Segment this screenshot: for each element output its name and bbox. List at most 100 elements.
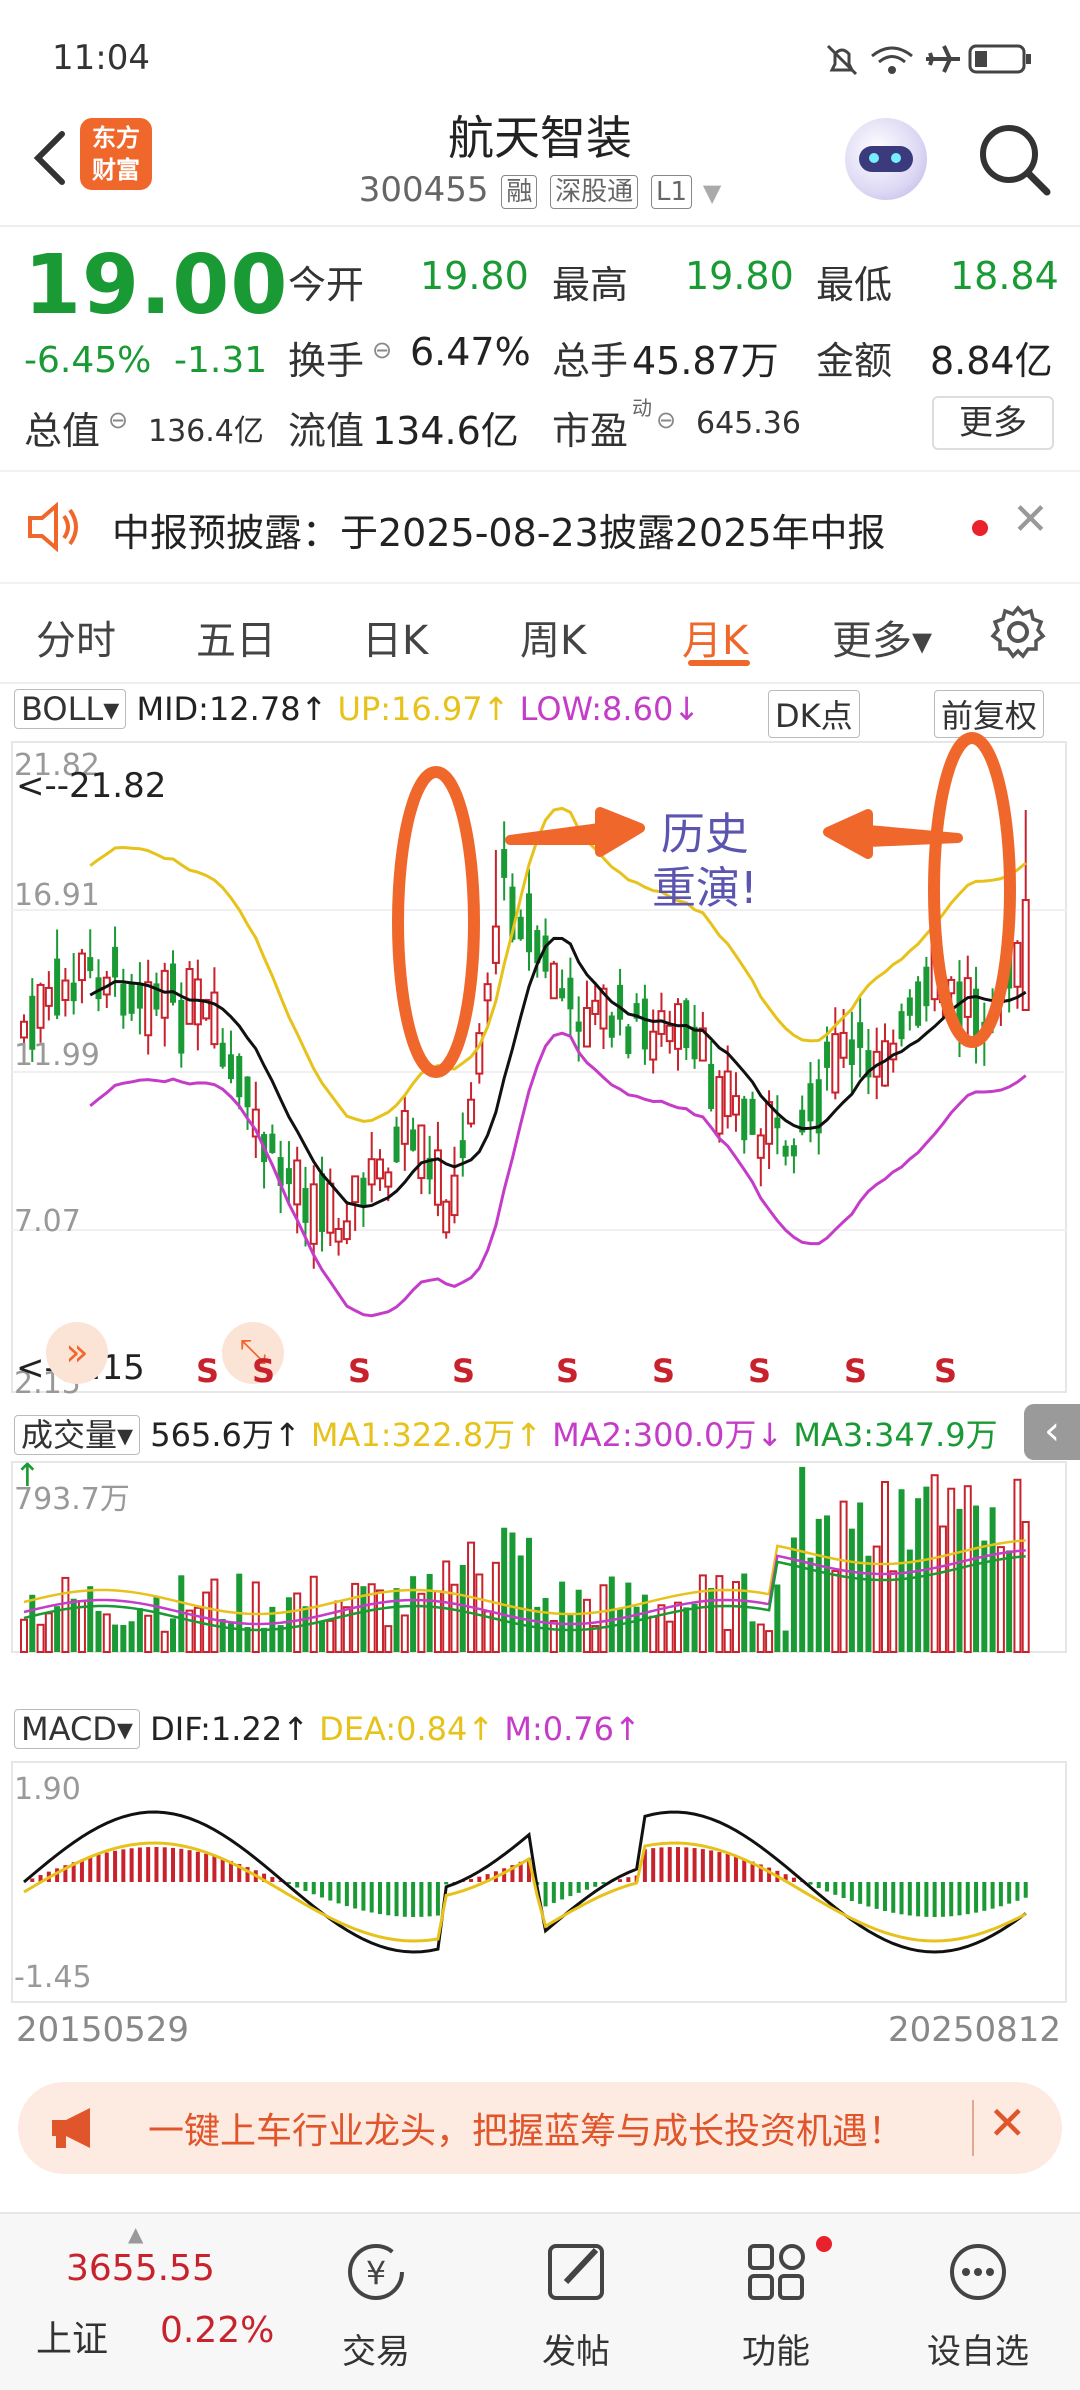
candle-body xyxy=(491,925,500,964)
volume-bar xyxy=(915,1498,922,1652)
index-widget[interactable]: ▲ 3655.55 上证 0.22% xyxy=(0,2214,290,2390)
candle-body xyxy=(185,968,194,1025)
candle-body xyxy=(559,988,566,999)
candle-body xyxy=(410,1129,417,1151)
volume-bar xyxy=(501,1527,508,1652)
candle-body xyxy=(608,1015,615,1038)
tab-more[interactable]: 更多▾ xyxy=(832,608,932,666)
candle-body xyxy=(824,1041,831,1068)
price-axis-4: 7.07 xyxy=(14,1204,81,1239)
volume-bar xyxy=(1006,1550,1013,1652)
nav-post[interactable]: 发帖 xyxy=(496,2234,656,2372)
high-label: 最高 xyxy=(552,263,629,307)
volume-bar xyxy=(285,1597,292,1652)
candle-body xyxy=(236,1055,243,1098)
macd-selector[interactable]: MACD▾ xyxy=(14,1709,140,1749)
volume-bar xyxy=(956,1508,963,1652)
float-value: 134.6亿 xyxy=(372,409,519,453)
pe-dynamic-mark: 动 xyxy=(632,396,652,420)
notice-bar[interactable]: 中报预披露：于2025-08-23披露2025年中报 ✕ xyxy=(0,470,1080,584)
mktcap-label: 总值 xyxy=(24,409,101,453)
stock-code: 300455 xyxy=(358,170,489,210)
candle-body xyxy=(293,1159,302,1206)
open-value: 19.80 xyxy=(420,254,529,298)
sell-signal-label: S xyxy=(452,1352,476,1390)
volume-bar xyxy=(657,1604,666,1654)
index-name: 上证 xyxy=(36,2319,109,2360)
volume-bar xyxy=(698,1574,707,1653)
candle-body xyxy=(665,1024,674,1043)
volume-bar xyxy=(731,1581,740,1653)
volume-bar xyxy=(683,1607,690,1652)
volume-bar xyxy=(749,1621,756,1652)
nav-functions[interactable]: 功能 xyxy=(696,2234,856,2372)
volume-bar xyxy=(567,1614,574,1652)
speaker-icon xyxy=(28,502,78,552)
settings-gear-icon[interactable] xyxy=(990,604,1046,660)
candle-body xyxy=(898,1011,905,1040)
index-value: 3655.55 xyxy=(66,2248,215,2289)
volume-bar xyxy=(426,1573,433,1652)
close-icon[interactable]: ✕ xyxy=(988,2096,1027,2150)
volume-bar xyxy=(384,1625,393,1654)
candle-body xyxy=(483,983,492,1002)
bottom-navigation: ▲ 3655.55 上证 0.22% ¥ 交易 发帖 功能 设自选 xyxy=(0,2212,1080,2390)
tab-five-day[interactable]: 五日 xyxy=(196,608,276,666)
candle-body xyxy=(782,1145,789,1157)
info-icon[interactable]: ⊖ xyxy=(372,336,392,364)
clock-time: 11:04 xyxy=(52,38,150,78)
volume-bar xyxy=(665,1620,674,1653)
candle-body xyxy=(708,1063,715,1109)
megaphone-icon xyxy=(52,2108,90,2148)
candle-body xyxy=(128,981,135,1014)
candle-body xyxy=(136,985,143,1009)
nav-add-watchlist[interactable]: 设自选 xyxy=(898,2234,1058,2372)
candle-body xyxy=(857,1022,864,1048)
candle-body xyxy=(831,1033,840,1094)
search-icon[interactable] xyxy=(975,120,1055,200)
candle-body xyxy=(567,977,574,1010)
volume-bar xyxy=(302,1606,309,1652)
volume-bar xyxy=(293,1592,302,1653)
volume-bar xyxy=(996,1546,1005,1654)
candle-body xyxy=(302,1187,309,1223)
battery-icon xyxy=(968,44,1031,74)
volume-bar xyxy=(319,1621,326,1652)
info-icon[interactable]: ⊖ xyxy=(656,406,676,434)
change-amount: -1.31 xyxy=(174,340,268,381)
more-button[interactable]: 更多 xyxy=(932,396,1054,450)
candle-body xyxy=(807,1083,814,1122)
sell-signal-label: S xyxy=(252,1352,276,1390)
volume-selector[interactable]: 成交量▾ xyxy=(14,1415,141,1455)
kline-chart-area[interactable] xyxy=(0,690,1080,2030)
candle-body xyxy=(723,1070,732,1118)
tab-intraday[interactable]: 分时 xyxy=(36,608,116,666)
candle-body xyxy=(549,962,558,1000)
edit-pen-icon xyxy=(548,2244,604,2300)
expand-arrows-icon[interactable]: » xyxy=(46,1322,108,1384)
volume-bar xyxy=(219,1618,226,1652)
volume-bar xyxy=(54,1606,61,1652)
assistant-robot-icon[interactable] xyxy=(845,118,927,200)
nav-trade[interactable]: ¥ 交易 xyxy=(296,2234,456,2372)
period-tabs: 分时 五日 日K 周K 月K 更多▾ xyxy=(0,582,1080,682)
macd-axis-top: 1.90 xyxy=(14,1772,81,1807)
side-panel-toggle-icon[interactable]: ‹ xyxy=(1024,1404,1080,1460)
candle-body xyxy=(219,1042,226,1067)
tab-daily-k[interactable]: 日K xyxy=(362,608,428,666)
candle-body xyxy=(120,983,127,1016)
close-icon[interactable]: ✕ xyxy=(1012,494,1049,545)
candle-body xyxy=(923,966,930,1007)
volume-bar xyxy=(872,1545,881,1653)
info-icon[interactable]: ⊖ xyxy=(108,406,128,434)
tab-weekly-k[interactable]: 周K xyxy=(520,608,586,666)
candle-body xyxy=(400,1110,409,1145)
tab-monthly-k[interactable]: 月K xyxy=(682,608,748,666)
candle-body xyxy=(649,1030,658,1061)
candle-body xyxy=(641,998,648,1050)
wifi-icon xyxy=(871,46,913,74)
promo-banner[interactable]: 一键上车行业龙头，把握蓝筹与成长投资机遇！ ✕ xyxy=(18,2082,1062,2174)
volume-bar xyxy=(848,1528,855,1652)
active-tab-indicator xyxy=(688,660,750,666)
volume-bar xyxy=(649,1615,658,1654)
